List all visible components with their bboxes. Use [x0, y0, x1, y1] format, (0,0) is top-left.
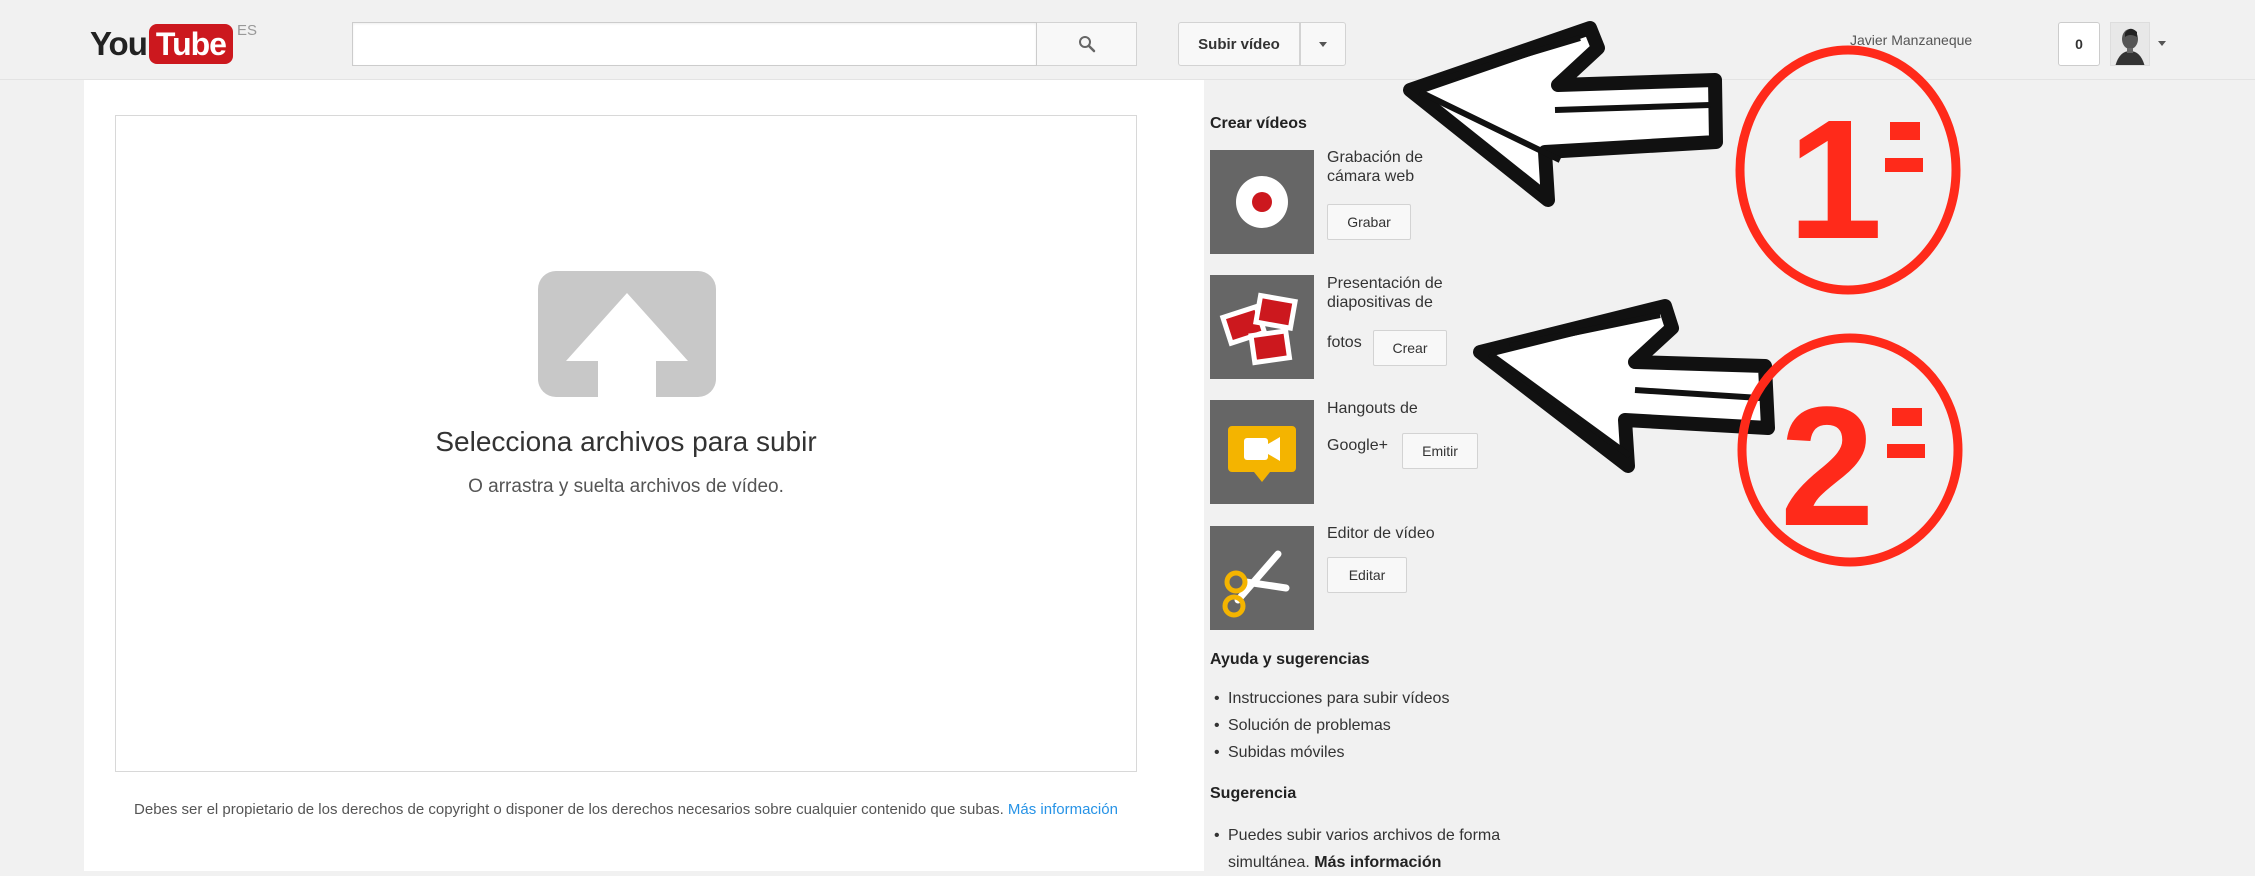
photo-slideshow-icon	[1210, 275, 1314, 379]
upload-subtitle: O arrastra y suelta archivos de vídeo.	[468, 476, 784, 497]
label-2-circle: 2	[1737, 333, 1963, 567]
slideshow-tile[interactable]	[1210, 275, 1314, 379]
copyright-text: Debes ser el propietario de los derechos…	[134, 801, 1004, 818]
help-title: Ayuda y sugerencias	[1210, 651, 1370, 668]
hangouts-label-line2: Google+	[1327, 437, 1388, 454]
webcam-record-icon	[1210, 150, 1314, 254]
scissors-icon	[1210, 526, 1314, 630]
upload-video-button[interactable]: Subir vídeo	[1178, 22, 1300, 66]
upload-arrow-icon	[538, 271, 716, 397]
upload-dropzone[interactable]: Selecciona archivos para subir O arrastr…	[115, 115, 1137, 772]
tip-title: Sugerencia	[1210, 785, 1297, 802]
create-videos-title: Crear vídeos	[1210, 115, 1307, 132]
upload-title: Selecciona archivos para subir	[435, 426, 817, 457]
label-1-circle: 1	[1735, 45, 1961, 295]
youtube-logo[interactable]: You Tube ES	[90, 22, 257, 64]
hangouts-camera-icon	[1210, 400, 1314, 504]
slideshow-label-line3: fotos	[1327, 334, 1362, 351]
webcam-tile[interactable]	[1210, 150, 1314, 254]
copyright-notice: Debes ser el propietario de los derechos…	[115, 800, 1137, 820]
tip-text: Puedes subir varios archivos de forma si…	[1210, 822, 1500, 876]
tip-more-info-link[interactable]: Más información	[1314, 854, 1441, 871]
editor-tile[interactable]	[1210, 526, 1314, 630]
hangouts-tile[interactable]	[1210, 400, 1314, 504]
arrow-1-icon	[1403, 21, 1723, 207]
search-button[interactable]	[1037, 22, 1137, 66]
logo-you-text: You	[90, 25, 148, 62]
upload-dropdown-button[interactable]	[1300, 22, 1346, 66]
logo-tube-text: Tube	[148, 24, 233, 64]
hand-drawn-annotations: 1 2	[1403, 21, 1963, 567]
tip-text-2: simultánea.	[1228, 854, 1310, 871]
search-icon	[1078, 36, 1095, 53]
help-link-mobile-uploads[interactable]: Subidas móviles	[1210, 739, 1449, 766]
label-1-text: 1	[1788, 85, 1883, 275]
tip-line-2: simultánea. Más información	[1210, 849, 1500, 876]
label-2-text: 2	[1780, 372, 1875, 562]
chevron-down-icon	[1319, 41, 1327, 47]
search-input[interactable]	[352, 22, 1037, 66]
logo-region-code: ES	[236, 22, 257, 39]
help-links: Instrucciones para subir vídeos Solución…	[1210, 685, 1449, 766]
copyright-more-info-link[interactable]: Más información	[1008, 801, 1118, 818]
tip-text-1: Puedes subir varios archivos de forma	[1228, 827, 1501, 844]
tip-line: Puedes subir varios archivos de forma	[1210, 822, 1500, 849]
help-link-troubleshooting[interactable]: Solución de problemas	[1210, 712, 1449, 739]
help-link-upload-instructions[interactable]: Instrucciones para subir vídeos	[1210, 685, 1449, 712]
arrow-2-icon	[1473, 299, 1775, 473]
